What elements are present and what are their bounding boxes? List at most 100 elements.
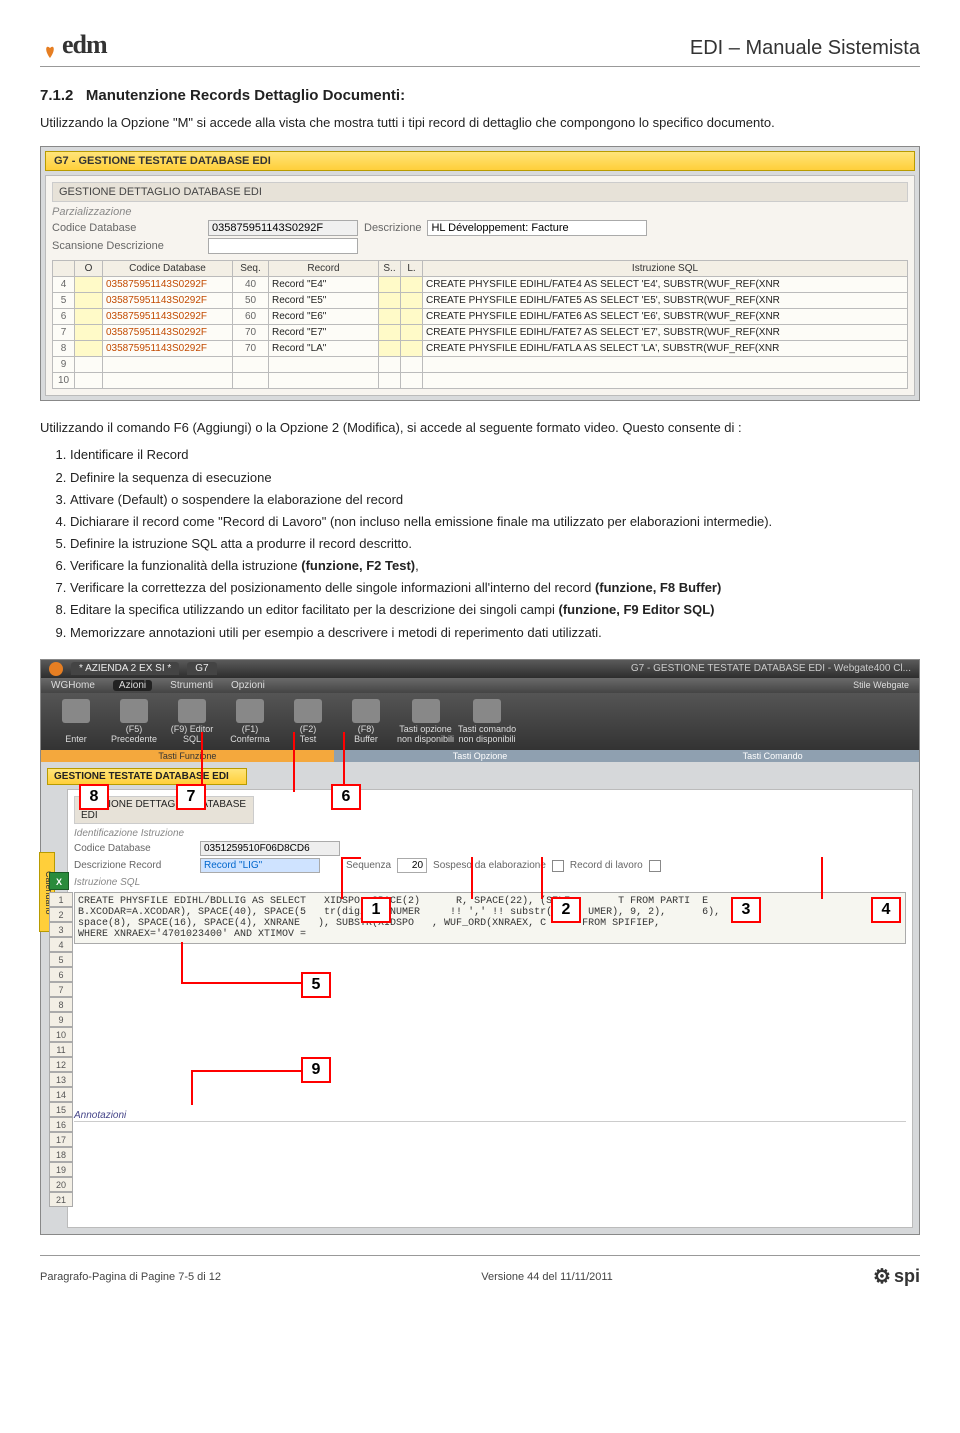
- step-item: Attivare (Default) o sospendere la elabo…: [70, 490, 920, 510]
- steps-list: Identificare il Record Definire la sequen…: [70, 445, 920, 642]
- toolbar-button[interactable]: (F5)Precedente: [107, 699, 161, 745]
- ident-label: Identificazione Istruzione: [74, 828, 906, 839]
- toolbar-button[interactable]: Tasti comandonon disponibili: [458, 699, 516, 745]
- descr-input[interactable]: [427, 220, 647, 236]
- section-heading: 7.1.2 Manutenzione Records Dettaglio Doc…: [40, 87, 920, 104]
- seq-label: Sequenza: [346, 860, 391, 871]
- ss2-window-top: * AZIENDA 2 EX SI * G7 G7 - GESTIONE TES…: [41, 660, 919, 678]
- ss1-subtitle: GESTIONE DETTAGLIO DATABASE EDI: [52, 182, 908, 202]
- step-item: Verificare la funzionalità della istruzi…: [70, 556, 920, 576]
- toolbar-button[interactable]: (F8)Buffer: [339, 699, 393, 745]
- mid-text: Utilizzando il comando F6 (Aggiungi) o l…: [40, 419, 920, 437]
- codice-label: Codice Database: [52, 222, 202, 234]
- table-row[interactable]: 7035875951143S0292F70Record "E7"CREATE P…: [53, 325, 908, 341]
- app-name-tab[interactable]: G7: [187, 662, 216, 675]
- col-record: Record: [269, 261, 379, 277]
- stile-control[interactable]: Stile Webgate: [853, 680, 909, 691]
- descr2-input[interactable]: [200, 858, 320, 873]
- ss1-titlebar: G7 - GESTIONE TESTATE DATABASE EDI: [45, 151, 915, 171]
- ribbon-funzione: Tasti Funzione: [41, 750, 334, 762]
- edm-logo: edm: [40, 30, 107, 60]
- callout-7: 7: [176, 784, 206, 810]
- descr2-label: Descrizione Record: [74, 860, 194, 871]
- toolbar-button[interactable]: (F1)Conferma: [223, 699, 277, 745]
- step-item: Editare la specifica utilizzando un edit…: [70, 600, 920, 620]
- ss1-table: O Codice Database Seq. Record S.. L. Ist…: [52, 260, 908, 389]
- panel1-title: GESTIONE TESTATE DATABASE EDI: [47, 768, 247, 785]
- doc-title: EDI – Manuale Sistemista: [690, 37, 920, 60]
- toolbar-button[interactable]: (F9) EditorSQL: [165, 699, 219, 745]
- callout-1: 1: [361, 897, 391, 923]
- step-item: Memorizzare annotazioni utili per esempi…: [70, 623, 920, 643]
- section-title: Manutenzione Records Dettaglio Documenti…: [86, 87, 405, 104]
- page-header: edm EDI – Manuale Sistemista: [40, 30, 920, 67]
- table-row[interactable]: 5035875951143S0292F50Record "E5"CREATE P…: [53, 293, 908, 309]
- sospeso-checkbox[interactable]: [552, 860, 564, 872]
- excel-icon[interactable]: X: [49, 872, 69, 890]
- callout-8: 8: [79, 784, 109, 810]
- menu-opzioni[interactable]: Opzioni: [231, 680, 265, 691]
- toolbar-button[interactable]: (F2)Test: [281, 699, 335, 745]
- callout-5: 5: [301, 972, 331, 998]
- col-codice: Codice Database: [103, 261, 233, 277]
- step-item: Definire la istruzione SQL atta a produr…: [70, 534, 920, 554]
- sospeso-label: Sospeso da elaborazione: [433, 860, 546, 871]
- col-o: O: [75, 261, 103, 277]
- table-row[interactable]: 8035875951143S0292F70Record "LA"CREATE P…: [53, 341, 908, 357]
- col-l: L.: [401, 261, 423, 277]
- brand-text: edm: [62, 30, 107, 60]
- col-blank: [53, 261, 75, 277]
- toolbar-button[interactable]: Enter: [49, 699, 103, 745]
- page-footer: Paragrafo-Pagina di Pagine 7-5 di 12 Ver…: [40, 1255, 920, 1289]
- callout-3: 3: [731, 897, 761, 923]
- window-tab[interactable]: * AZIENDA 2 EX SI *: [71, 662, 179, 675]
- table-row[interactable]: 4035875951143S0292F40Record "E4"CREATE P…: [53, 277, 908, 293]
- callout-9: 9: [301, 1057, 331, 1083]
- step-item: Identificare il Record: [70, 445, 920, 465]
- spi-logo: ⚙ spi: [873, 1264, 920, 1289]
- step-item: Definire la sequenza di esecuzione: [70, 468, 920, 488]
- col-s: S..: [379, 261, 401, 277]
- menubar: WGHome Azioni Strumenti Opzioni Stile We…: [41, 678, 919, 693]
- section-number: 7.1.2: [40, 87, 73, 104]
- app-icon: [49, 662, 63, 676]
- flame-icon: [40, 32, 60, 60]
- callout-2: 2: [551, 897, 581, 923]
- sql-label: Istruzione SQL: [74, 877, 906, 888]
- codice-input[interactable]: [208, 220, 358, 236]
- callout-6: 6: [331, 784, 361, 810]
- codice2-label: Codice Database: [74, 843, 194, 854]
- window-title: G7 - GESTIONE TESTATE DATABASE EDI - Web…: [631, 663, 911, 674]
- sql-editor[interactable]: CREATE PHYSFILE EDIHL/BDLLIG AS SELECT X…: [74, 892, 906, 944]
- toolbar-button[interactable]: Tasti opzionenon disponibili: [397, 699, 454, 745]
- col-sql: Istruzione SQL: [423, 261, 908, 277]
- lavoro-checkbox[interactable]: [649, 860, 661, 872]
- step-item: Dichiarare il record come "Record di Lav…: [70, 512, 920, 532]
- table-row[interactable]: 6035875951143S0292F60Record "E6"CREATE P…: [53, 309, 908, 325]
- menu-wghome[interactable]: WGHome: [51, 680, 95, 691]
- seq-input[interactable]: [397, 858, 427, 873]
- lavoro-label: Record di lavoro: [570, 860, 643, 871]
- screenshot-1: G7 - GESTIONE TESTATE DATABASE EDI GESTI…: [40, 146, 920, 401]
- codice2-input[interactable]: [200, 841, 340, 856]
- gear-icon: ⚙: [873, 1264, 891, 1289]
- menu-strumenti[interactable]: Strumenti: [170, 680, 213, 691]
- ribbon-opzione: Tasti Opzione: [334, 750, 627, 762]
- toolbar: Enter(F5)Precedente(F9) EditorSQL(F1)Con…: [41, 693, 919, 751]
- annot-label: Annotazioni: [74, 1110, 906, 1121]
- footer-center: Versione 44 del 11/11/2011: [481, 1271, 613, 1283]
- ss1-group-label: Parzializzazione: [52, 206, 908, 218]
- spi-text: spi: [894, 1266, 920, 1287]
- footer-left: Paragrafo-Pagina di Pagine 7-5 di 12: [40, 1271, 221, 1283]
- ribbon-comando: Tasti Comando: [626, 750, 919, 762]
- col-seq: Seq.: [233, 261, 269, 277]
- menu-azioni[interactable]: Azioni: [113, 680, 152, 691]
- screenshot-2: * AZIENDA 2 EX SI * G7 G7 - GESTIONE TES…: [40, 659, 920, 1236]
- scan-input[interactable]: [208, 238, 358, 254]
- callout-4: 4: [871, 897, 901, 923]
- row-numbers: 123456789101112131415161718192021: [49, 892, 73, 1207]
- scan-label: Scansione Descrizione: [52, 240, 202, 252]
- step-item: Verificare la correttezza del posizionam…: [70, 578, 920, 598]
- descr-label: Descrizione: [364, 222, 421, 234]
- section-intro: Utilizzando la Opzione "M" si accede all…: [40, 114, 920, 132]
